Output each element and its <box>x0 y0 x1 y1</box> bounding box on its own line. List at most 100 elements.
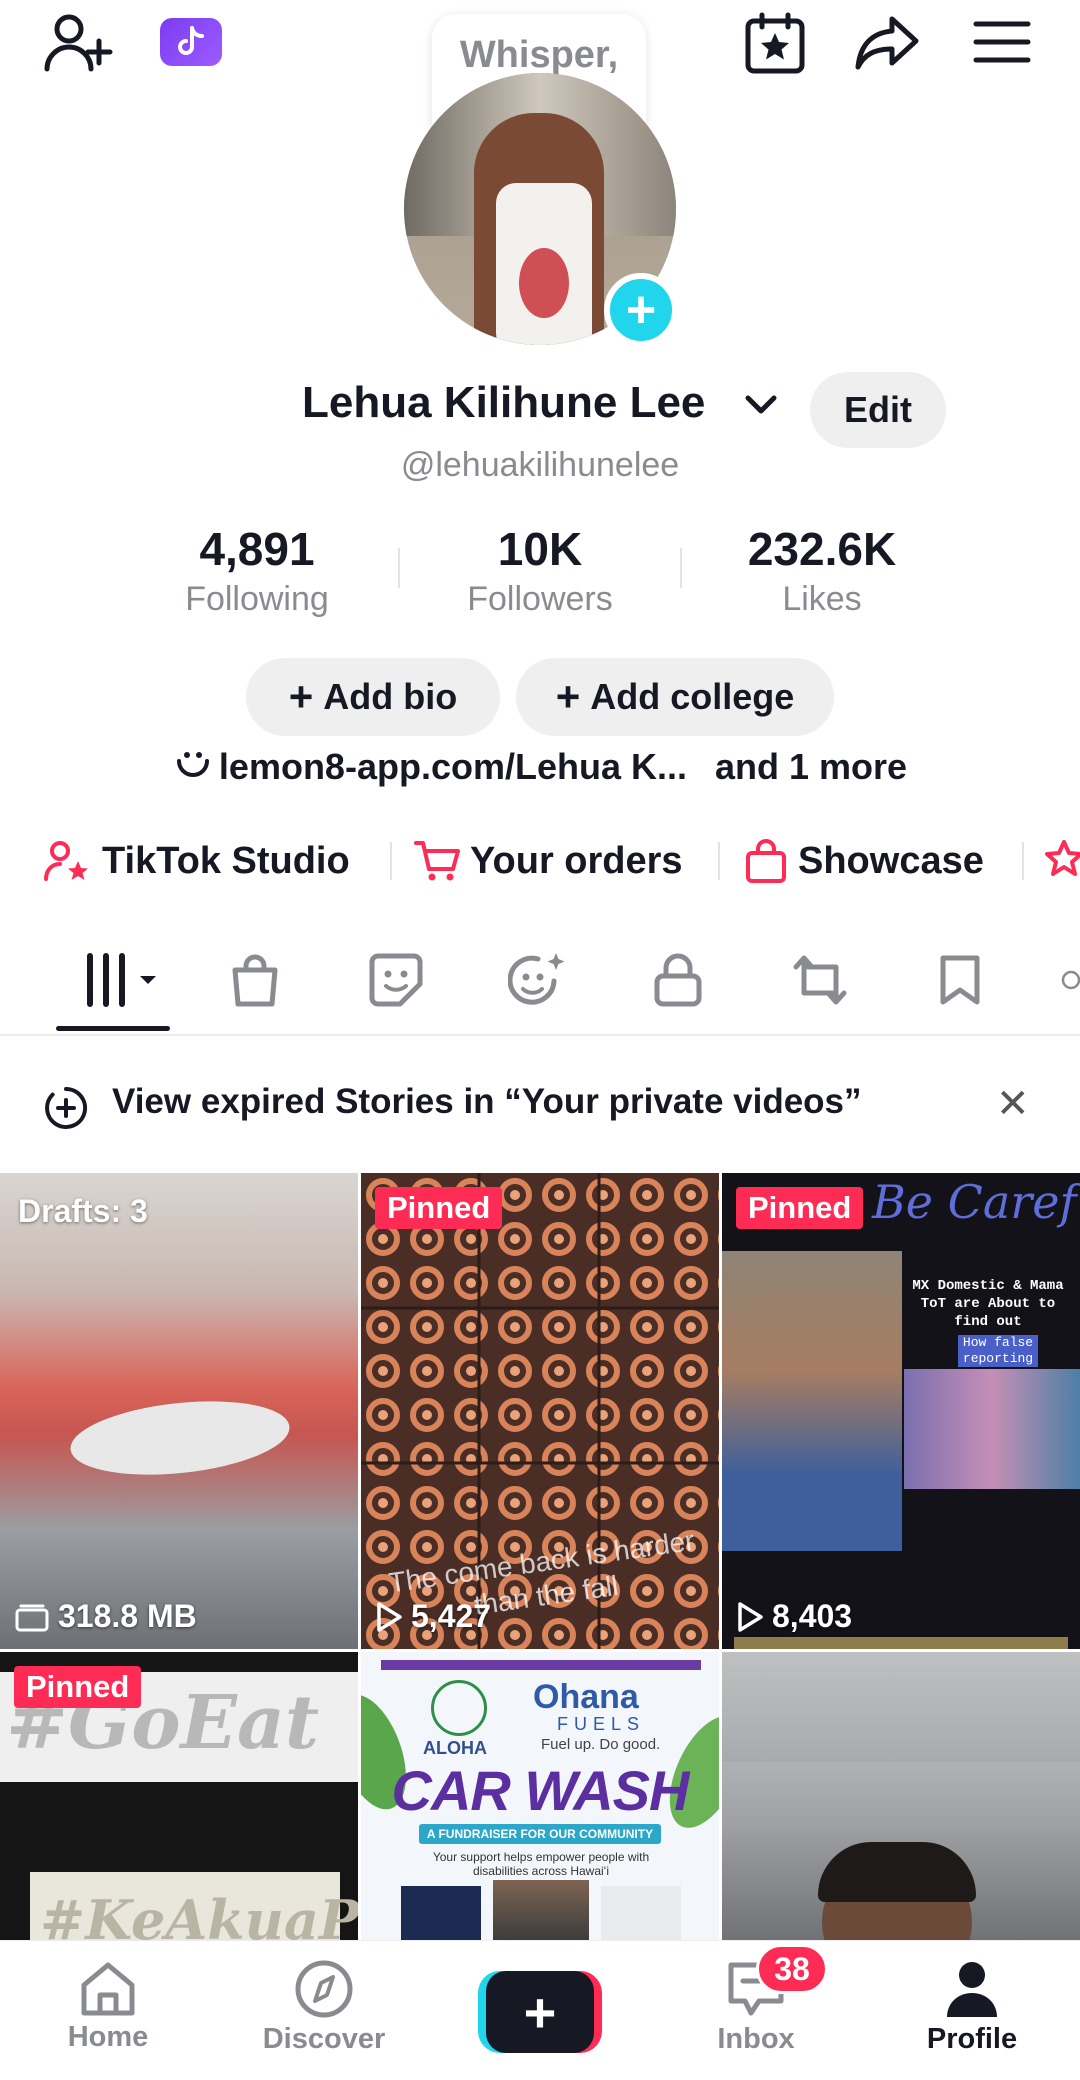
add-bio-label: Add bio <box>323 676 458 717</box>
add-friend-icon[interactable] <box>40 8 116 78</box>
view-count: 5,427 <box>375 1598 491 1635</box>
flyer-photo-center <box>493 1880 589 1942</box>
stat-following[interactable]: 4,891 Following <box>137 520 377 620</box>
nav-home-label: Home <box>67 2021 149 2053</box>
tiktok-now-icon[interactable] <box>160 18 222 66</box>
stat-value: 10K <box>497 523 583 575</box>
script-heading: Be Carefu <box>872 1175 1080 1229</box>
tab-divider <box>0 1034 1080 1036</box>
shop-bag-tab-icon[interactable] <box>215 950 295 1010</box>
share-icon[interactable] <box>852 10 922 76</box>
fundraiser-ribbon: A FUNDRAISER FOR OUR COMMUNITY <box>419 1824 661 1844</box>
showcase-link[interactable]: Showcase <box>744 836 984 886</box>
videos-grid-tab-icon[interactable] <box>80 950 170 1010</box>
lemon8-link-icon <box>176 752 209 777</box>
calendar-star-icon[interactable] <box>740 8 810 78</box>
bookmark-tab-icon[interactable] <box>920 950 1000 1010</box>
add-college-label: Add college <box>590 676 795 717</box>
aloha-label: ALOHA <box>423 1738 487 1758</box>
person-hair <box>818 1842 976 1902</box>
banner-text[interactable]: View expired Stories in “Your private vi… <box>112 1082 862 1122</box>
quick-divider <box>718 842 720 880</box>
nav-home[interactable]: Home <box>18 1959 198 2054</box>
more-links[interactable]: and 1 more <box>715 746 907 787</box>
nav-discover-label: Discover <box>262 2023 386 2055</box>
ohana-brand-sub: FUELS <box>557 1714 646 1734</box>
flyer-body-text: Your support helps empower people with d… <box>432 1850 650 1878</box>
sticker-tab-icon[interactable] <box>356 950 436 1010</box>
repost-tab-icon[interactable] <box>780 950 860 1010</box>
creator-star-icon <box>44 841 88 881</box>
draft-size-value: 318.8 MB <box>58 1598 197 1634</box>
pinned-badge: Pinned <box>736 1187 864 1229</box>
tiktok-studio-link[interactable]: TikTok Studio <box>44 836 350 886</box>
stat-label: Following <box>185 580 329 618</box>
more-shortcut-icon[interactable] <box>1044 838 1080 889</box>
add-bio-button[interactable]: + Add bio <box>246 658 500 736</box>
close-icon[interactable]: ✕ <box>996 1084 1030 1124</box>
plate-shape <box>66 1391 294 1485</box>
plus-icon: + <box>288 673 314 720</box>
bottom-navigation: Home Discover + Inbox Profile <box>0 1940 1080 2080</box>
storage-icon <box>15 1604 49 1631</box>
pinned-badge: Pinned <box>375 1187 503 1229</box>
ohana-tagline: Fuel up. Do good. <box>541 1736 661 1753</box>
quick-divider <box>1022 842 1024 880</box>
view-count-value: 5,427 <box>411 1598 492 1634</box>
tiktok-studio-label: TikTok Studio <box>102 839 350 882</box>
flyer-photo-right <box>601 1886 681 1942</box>
pinned-badge: Pinned <box>14 1666 142 1708</box>
video-tile[interactable]: ALOHA Ohana FUELS Fuel up. Do good. CAR … <box>361 1652 719 1942</box>
profile-link-text[interactable]: lemon8-app.com/Lehua K... <box>219 746 687 787</box>
expired-stories-banner[interactable]: View expired Stories in “Your private vi… <box>0 1078 1080 1132</box>
view-count-value: 8,403 <box>772 1598 853 1634</box>
play-icon <box>377 1601 402 1632</box>
stat-likes[interactable]: 232.6K Likes <box>702 520 942 620</box>
ai-face-tab-icon[interactable] <box>498 950 578 1010</box>
video-thumb-person <box>722 1251 902 1551</box>
story-plus-icon <box>45 1086 88 1129</box>
ohana-brand: Ohana <box>533 1678 639 1716</box>
your-orders-link[interactable]: Your orders <box>414 836 683 886</box>
stat-value: 232.6K <box>747 523 897 575</box>
profile-icon <box>947 1962 997 2017</box>
nav-discover[interactable]: Discover <box>234 1959 414 2056</box>
video-tile[interactable]: #GoEat #KeAkuaPū Pinned <box>0 1652 358 1942</box>
video-tile[interactable]: Pinned The come back is harder than the … <box>361 1173 719 1649</box>
stat-label: Followers <box>467 580 613 618</box>
tile-bottom-bar <box>734 1637 1068 1649</box>
stat-followers[interactable]: 10K Followers <box>420 520 660 620</box>
cart-icon <box>414 841 460 881</box>
username-handle: @lehuakilihunelee <box>400 446 680 484</box>
video-tile[interactable]: Be Carefu MX Domestic & Mama ToT are Abo… <box>722 1173 1080 1649</box>
play-icon <box>738 1601 763 1632</box>
add-story-plus-icon[interactable]: + <box>604 273 678 347</box>
chevron-down-icon[interactable] <box>744 394 778 421</box>
your-orders-label: Your orders <box>470 839 683 882</box>
liked-tab-icon[interactable] <box>1060 950 1080 1010</box>
create-button[interactable]: + <box>478 1971 602 2053</box>
lock-tab-icon[interactable] <box>638 950 718 1010</box>
profile-link-row[interactable]: lemon8-app.com/Lehua K... and 1 more <box>0 746 1080 788</box>
flyer-photo-left <box>401 1886 481 1942</box>
menu-icon[interactable] <box>970 14 1034 70</box>
quick-divider <box>390 842 392 880</box>
draft-size: 318.8 MB <box>14 1598 197 1635</box>
view-count: 8,403 <box>736 1598 852 1635</box>
add-college-button[interactable]: + Add college <box>516 658 834 736</box>
profile-avatar[interactable]: + <box>404 73 678 347</box>
car-wash-title: CAR WASH <box>391 1759 690 1822</box>
plus-icon: + <box>555 673 581 720</box>
edit-profile-button[interactable]: Edit <box>810 372 946 448</box>
nav-profile[interactable]: Profile <box>882 1959 1062 2056</box>
video-tile[interactable] <box>722 1652 1080 1942</box>
video-thumb-inset <box>904 1369 1080 1489</box>
home-icon <box>81 1962 135 2016</box>
nav-profile-label: Profile <box>926 2023 1018 2055</box>
flyer-top-stripe <box>381 1660 701 1670</box>
nav-inbox-label: Inbox <box>717 2023 795 2055</box>
stat-value: 4,891 <box>199 523 315 575</box>
display-name[interactable]: Lehua Kilihune Lee <box>302 378 705 428</box>
sign-line-2: #KeAkuaPū <box>40 1888 358 1942</box>
drafts-tile[interactable]: Drafts: 3 318.8 MB <box>0 1173 358 1649</box>
